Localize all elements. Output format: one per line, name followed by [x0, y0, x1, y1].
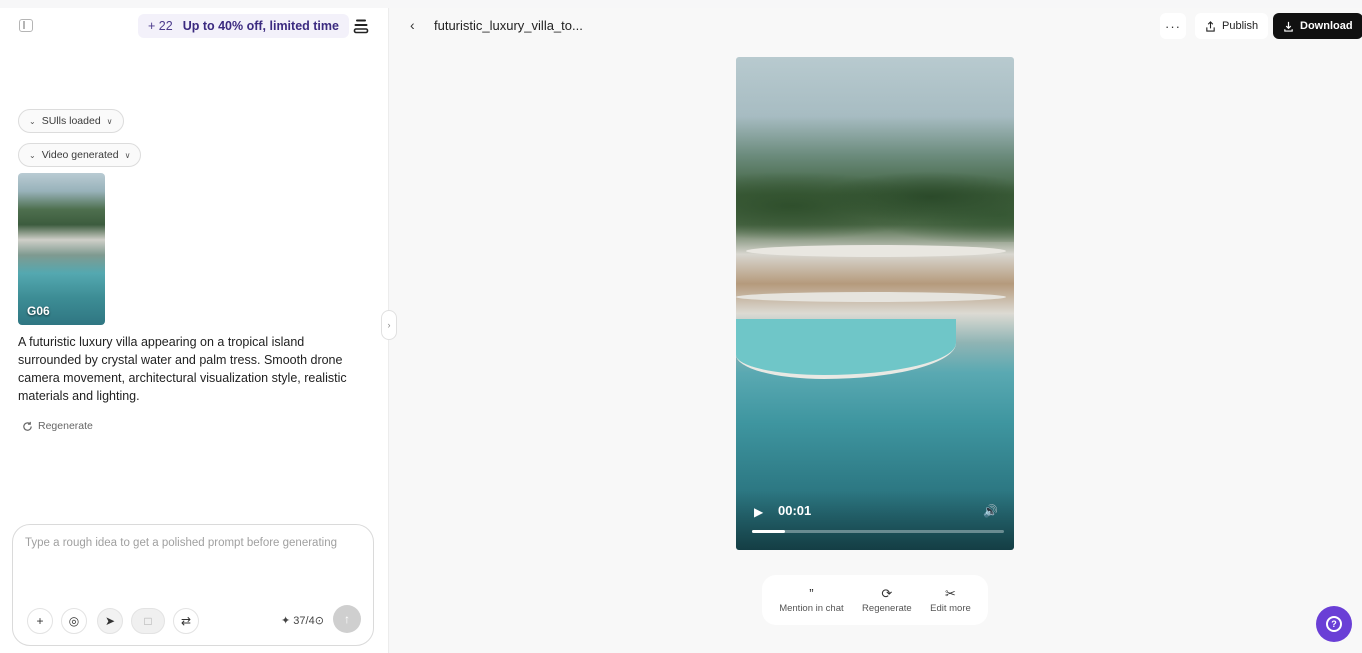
- edit-more-label: Edit more: [930, 603, 971, 614]
- help-button[interactable]: ?: [1316, 606, 1352, 642]
- style-icon[interactable]: ◎: [61, 608, 87, 634]
- mention-in-chat-button[interactable]: ” Mention in chat: [779, 586, 843, 614]
- download-button[interactable]: Download: [1273, 13, 1362, 39]
- download-icon: [1284, 21, 1293, 32]
- sparkle-icon: ✦: [281, 615, 291, 627]
- skills-loaded-chip[interactable]: ⌄ SUlls loaded ∨: [18, 109, 124, 133]
- video-player[interactable]: ▶ 00:01 🔊: [736, 57, 1014, 550]
- cursor-icon[interactable]: ➤: [97, 608, 123, 634]
- video-frame: [736, 152, 1014, 242]
- regenerate-button[interactable]: ⟳ Regenerate: [862, 586, 912, 614]
- prompt-description: A futuristic luxury villa appearing on a…: [18, 335, 347, 403]
- credits-label: + 22: [148, 19, 173, 33]
- publish-label: Publish: [1222, 20, 1259, 32]
- offer-label: Up to 40% off, limited time: [182, 19, 339, 33]
- prompt-input[interactable]: [25, 537, 345, 549]
- composer: + ◎ ➤ □ ⇄ ✦ 37/4⊙ ↑: [12, 524, 374, 646]
- chevron-down-icon: ∨: [124, 150, 131, 160]
- video-actions-bar: ” Mention in chat ⟳ Regenerate ✂ Edit mo…: [762, 575, 988, 625]
- credit-counter-value: 37/4⊙: [293, 615, 324, 627]
- chevron-down-icon: ∨: [106, 116, 113, 126]
- edit-more-button[interactable]: ✂ Edit more: [930, 586, 971, 614]
- check-icon: ⌄: [29, 150, 36, 160]
- layers-icon[interactable]: [353, 18, 369, 34]
- quote-icon: ”: [809, 586, 814, 601]
- video-time: 00:01: [778, 503, 812, 518]
- thumbnail-caption: G06: [27, 304, 50, 318]
- refresh-icon: [23, 421, 32, 431]
- promo-banner[interactable]: + 22 Up to 40% off, limited time: [138, 14, 349, 38]
- refresh-icon: ⟳: [881, 586, 893, 601]
- volume-icon[interactable]: 🔊: [983, 504, 998, 518]
- video-generated-label: Video generated: [41, 149, 119, 161]
- skills-loaded-label: SUlls loaded: [41, 115, 101, 127]
- video-frame: [746, 245, 1006, 257]
- scissors-icon: ✂: [944, 586, 956, 601]
- help-icon: ?: [1326, 616, 1342, 632]
- image-icon[interactable]: □: [131, 608, 165, 634]
- check-icon: ⌄: [29, 116, 36, 126]
- video-controls: ▶ 00:01 🔊: [736, 490, 1014, 550]
- regenerate-link-label: Regenerate: [38, 420, 93, 432]
- publish-button[interactable]: Publish: [1195, 13, 1269, 39]
- video-generated-chip[interactable]: ⌄ Video generated ∨: [18, 143, 142, 167]
- file-title: futuristic_luxury_villa_to...: [434, 18, 583, 33]
- more-options-button[interactable]: ···: [1160, 13, 1186, 39]
- send-button[interactable]: ↑: [333, 605, 361, 633]
- download-label: Download: [1300, 20, 1353, 32]
- chat-panel: + 22 Up to 40% off, limited time ⌄ SUlls…: [0, 8, 389, 653]
- panel-collapse-handle[interactable]: ›: [381, 310, 397, 340]
- video-progress-fill: [752, 530, 785, 533]
- regenerate-link[interactable]: Regenerate: [22, 420, 93, 432]
- sidebar-toggle-icon[interactable]: [19, 19, 33, 32]
- video-thumbnail[interactable]: G06: [18, 173, 105, 325]
- share-icon: [1206, 20, 1215, 32]
- back-arrow-icon[interactable]: ‹: [410, 17, 415, 33]
- play-icon[interactable]: ▶: [754, 505, 763, 519]
- video-frame: [736, 292, 1006, 302]
- settings-sliders-icon[interactable]: ⇄: [173, 608, 199, 634]
- video-progress-bar[interactable]: [752, 530, 1004, 533]
- video-frame: [736, 319, 956, 379]
- preview-panel: ‹ futuristic_luxury_villa_to... ··· Publ…: [390, 8, 1362, 653]
- mention-in-chat-label: Mention in chat: [779, 603, 844, 614]
- regenerate-label: Regenerate: [862, 603, 912, 614]
- credit-counter: ✦ 37/4⊙: [281, 614, 324, 627]
- add-button[interactable]: +: [27, 608, 53, 634]
